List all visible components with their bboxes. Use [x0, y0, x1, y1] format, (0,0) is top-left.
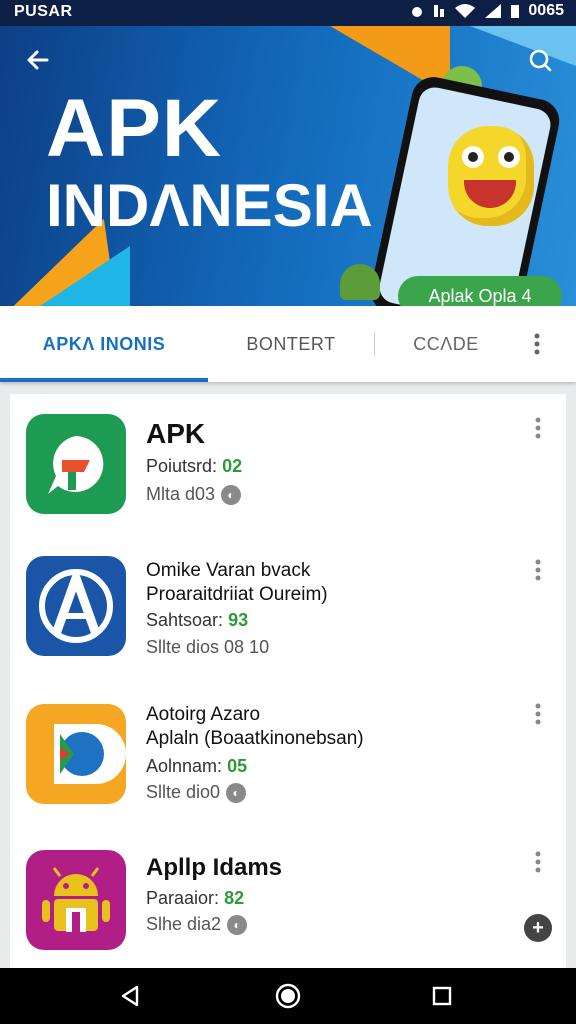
app-meta-line1: Paraaior: 82: [146, 888, 244, 909]
app-meta-line2: Mlta d03 ◐: [146, 484, 242, 506]
cell-icon: [485, 4, 502, 18]
app-name: APK: [146, 418, 206, 449]
active-tab-indicator: [0, 378, 208, 382]
app-meta-line1: Sahtsoar: 93: [146, 610, 248, 631]
meta-label: Paraaior:: [146, 888, 220, 908]
hero-cta-button[interactable]: Aplak Opla 4: [398, 276, 562, 306]
search-icon: [529, 49, 552, 72]
meta-label: Sahtsoar:: [146, 610, 224, 630]
green-map-icon: [26, 414, 126, 514]
blue-a-icon: [26, 556, 126, 656]
carrier-label: PUSAR: [14, 3, 73, 20]
app-meta-line2: Sllte dios 08 10: [146, 637, 270, 657]
app-meta-line1: Poiutsrd: 02: [146, 456, 242, 477]
tabs-more-button[interactable]: [522, 324, 552, 364]
robot-mascot-icon: [340, 264, 380, 300]
list-item[interactable]: Omike Varan bvack Proaraitdriiat Oureim)…: [10, 534, 566, 683]
item-more-button[interactable]: [528, 414, 548, 442]
nav-recents-button[interactable]: [422, 976, 462, 1016]
list-item[interactable]: APK Poiutsrd: 02 Mlta d03 ◐: [10, 394, 566, 535]
item-more-button[interactable]: [528, 700, 548, 728]
app-name: Apllp Idams: [146, 854, 283, 881]
back-button[interactable]: [18, 40, 58, 80]
status-bar: PUSAR 0065: [0, 0, 576, 26]
home-circle-icon: [275, 983, 301, 1009]
add-button[interactable]: +: [524, 914, 552, 942]
tab-ccade[interactable]: CCΛDE: [376, 306, 516, 382]
plus-icon: +: [532, 916, 544, 939]
app-name: Omike Varan bvack: [146, 560, 311, 581]
info-icon: ◐: [227, 915, 248, 936]
more-vertical-icon: [535, 559, 541, 581]
square-recents-icon: [432, 986, 452, 1006]
hero-title-line2: INDΛNESIA: [46, 172, 373, 239]
wifi-icon: [455, 4, 476, 18]
meta-label: Mlta d03: [146, 484, 216, 504]
smiley-mascot-icon: [448, 126, 534, 226]
app-name: Aotoirg Azaro: [146, 704, 261, 725]
tab-bar: APKΛ INONIS BONTERT CCΛDE: [0, 306, 576, 382]
item-more-button[interactable]: [528, 556, 548, 584]
more-vertical-icon: [535, 703, 541, 725]
android-icon: [26, 850, 126, 950]
info-icon: ◐: [226, 783, 247, 804]
meta-value: 02: [222, 456, 243, 476]
list-item[interactable]: Aotoirg Azaro Aplaln (Boaatkinonebsan) A…: [10, 682, 566, 831]
app-meta-line1: Aolnnam: 05: [146, 756, 247, 777]
app-meta-line2: Sllte dio0 ◐: [146, 782, 247, 804]
meta-label: Slhe dia2: [146, 914, 222, 934]
tab-divider: [374, 332, 375, 356]
list-item[interactable]: Apllp Idams Paraaior: 82 Slhe dia2 ◐: [10, 830, 566, 969]
signal-icon: [434, 5, 445, 17]
clock: 0065: [528, 2, 564, 19]
battery-icon: [511, 5, 520, 18]
info-icon: ◐: [221, 485, 242, 506]
meta-label: Sllte dio0: [146, 782, 221, 802]
more-vertical-icon: [535, 851, 541, 873]
app-list: APK Poiutsrd: 02 Mlta d03 ◐ Omike Varan b…: [10, 394, 566, 969]
item-more-button[interactable]: [528, 848, 548, 876]
meta-label: Aolnnam:: [146, 756, 223, 776]
meta-value: 93: [228, 610, 249, 630]
nav-back-button[interactable]: [110, 976, 150, 1016]
arrow-left-icon: [27, 50, 49, 70]
tab-bontert[interactable]: BONTERT: [208, 306, 374, 382]
meta-value: 05: [227, 756, 248, 776]
nav-home-button[interactable]: [268, 976, 308, 1016]
tab-apk-indonesia[interactable]: APKΛ INONIS: [0, 306, 208, 382]
app-meta-line2: Slhe dia2 ◐: [146, 914, 248, 936]
more-vertical-icon: [534, 333, 540, 355]
more-vertical-icon: [535, 417, 541, 439]
meta-label: Poiutsrd:: [146, 456, 218, 476]
search-button[interactable]: [520, 40, 560, 80]
system-nav-bar: [0, 968, 576, 1024]
app-name-secondary: Aplaln (Boaatkinonebsan): [146, 728, 364, 749]
alarm-icon: [412, 7, 423, 17]
decor-triangle: [40, 246, 130, 306]
yellow-circle-icon: [26, 704, 126, 804]
hero-title-line1: APK: [46, 83, 223, 174]
triangle-back-icon: [121, 985, 139, 1007]
meta-value: 82: [224, 888, 245, 908]
hero-title: APK INDΛNESIA: [46, 88, 373, 236]
app-name-secondary: Proaraitdriiat Oureim): [146, 584, 328, 605]
hero-banner: APK INDΛNESIA Aplak Opla 4: [0, 26, 576, 306]
